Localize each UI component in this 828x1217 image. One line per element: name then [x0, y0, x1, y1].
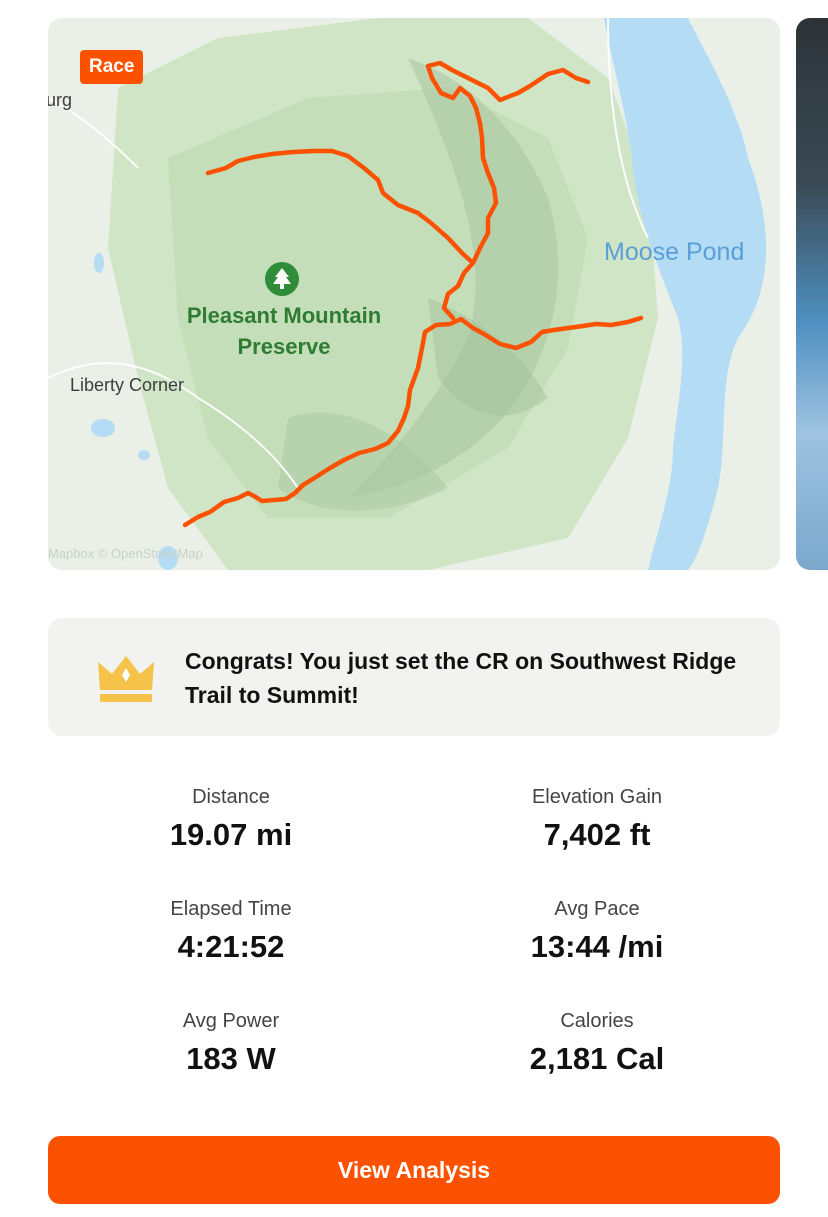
- park-name-line1: Pleasant Mountain: [186, 303, 382, 328]
- stat-value: 7,402 ft: [543, 817, 651, 852]
- stat-value: 2,181 Cal: [529, 1041, 665, 1076]
- stat-label: Calories: [560, 1010, 634, 1032]
- stat-avg-power: Avg Power 183 W: [51, 1010, 411, 1077]
- stat-label: Avg Power: [182, 1010, 280, 1032]
- stat-elapsed-time: Elapsed Time 4:21:52: [51, 898, 411, 965]
- stat-value: 13:44 /mi: [530, 929, 664, 964]
- activity-map[interactable]: Race urg Pleasant Mountain Preserve Libe…: [48, 18, 780, 570]
- next-photo-card[interactable]: [796, 18, 828, 570]
- map-attribution[interactable]: Mapbox © OpenStreetMap: [48, 546, 203, 561]
- stat-label: Avg Pace: [554, 898, 640, 920]
- stat-calories: Calories 2,181 Cal: [417, 1010, 777, 1077]
- tree-icon: [265, 262, 299, 296]
- map-label-town: Liberty Corner: [70, 375, 185, 395]
- race-badge: Race: [80, 50, 144, 84]
- map-background: [48, 18, 780, 570]
- stat-label: Elapsed Time: [170, 898, 292, 920]
- view-analysis-button[interactable]: View Analysis: [48, 1136, 780, 1204]
- stat-label: Elevation Gain: [531, 786, 663, 808]
- stat-value: 4:21:52: [177, 929, 285, 964]
- stat-value: 19.07 mi: [169, 817, 293, 852]
- stat-distance: Distance 19.07 mi: [51, 786, 411, 853]
- crown-icon: [98, 656, 154, 702]
- stat-avg-pace: Avg Pace 13:44 /mi: [417, 898, 777, 965]
- stat-elevation-gain: Elevation Gain 7,402 ft: [417, 786, 777, 853]
- map-label-lake: Moose Pond: [604, 238, 745, 266]
- achievement-banner: Congrats! You just set the CR on Southwe…: [48, 618, 780, 736]
- map-label-park: Pleasant Mountain Preserve: [173, 300, 395, 362]
- stat-label: Distance: [192, 786, 270, 808]
- park-name-line2: Preserve: [237, 334, 331, 359]
- stat-value: 183 W: [186, 1041, 276, 1076]
- achievement-text: Congrats! You just set the CR on Southwe…: [185, 648, 737, 708]
- map-label-town-partial: urg: [48, 90, 73, 110]
